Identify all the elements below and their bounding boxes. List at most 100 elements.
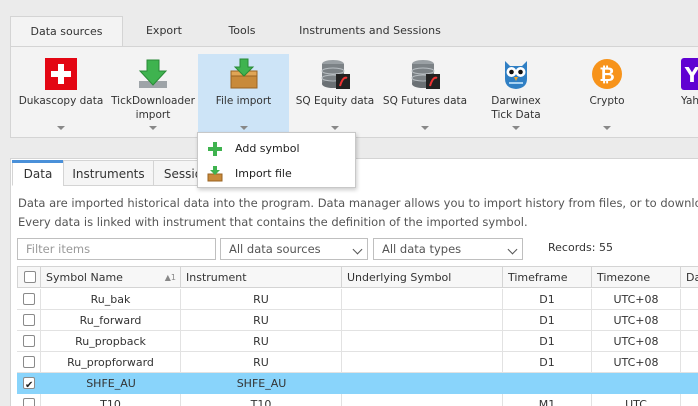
data-types-select[interactable]: All data types (373, 238, 523, 260)
cell-instrument: SHFE_AU (236, 377, 287, 390)
header-date[interactable]: Da (681, 266, 698, 288)
green-plus-icon (207, 141, 223, 157)
yahoo-icon: Y (679, 57, 698, 91)
chevron-down-icon (512, 126, 520, 130)
database-icon (318, 57, 352, 91)
row-checkbox[interactable] (23, 356, 35, 368)
row-checkbox[interactable] (23, 293, 35, 305)
svg-text:Y: Y (684, 63, 698, 87)
ribbon-label: SQ Equity data (295, 95, 375, 107)
row-checkbox[interactable] (23, 398, 35, 406)
header-instrument[interactable]: Instrument (181, 266, 342, 288)
dukascopy-data-button[interactable]: Dukascopy data (13, 54, 109, 136)
menu-item-label: Add symbol (235, 142, 300, 155)
chevron-down-icon (603, 126, 611, 130)
chevron-down-icon (149, 126, 157, 130)
cell-symbol: Ru_bak (41, 289, 181, 310)
cell-timeframe: D1 (503, 289, 592, 310)
cell-timeframe: D1 (503, 352, 592, 373)
green-download-arrow-icon (136, 57, 170, 91)
cell-timezone: UTC+08 (592, 310, 681, 331)
row-checkbox-cell (17, 289, 41, 310)
tab-export[interactable]: Export (123, 16, 205, 46)
cell-timeframe: M1 (503, 394, 592, 406)
table-row[interactable]: T10 T10 M1 UTC (17, 394, 698, 406)
cell-timezone (592, 373, 681, 394)
table-row[interactable]: Ru_forward RU D1 UTC+08 (17, 310, 698, 331)
chevron-down-icon (507, 244, 518, 255)
ribbon-label: TickDownloader import (111, 95, 195, 121)
row-checkbox-cell (17, 352, 41, 373)
bitcoin-icon: ₿ (590, 57, 624, 91)
row-checkbox-cell (17, 394, 41, 406)
cell-timeframe: D1 (503, 331, 592, 352)
menu-item-import-file[interactable]: Import file (198, 162, 355, 186)
chevron-down-icon (57, 126, 65, 130)
chevron-down-icon (352, 244, 363, 255)
header-label: Symbol Name (46, 271, 123, 284)
tab-instruments-sessions[interactable]: Instruments and Sessions (279, 16, 461, 46)
ribbon-tab-bar: Data sources Export Tools Instruments an… (10, 16, 698, 47)
table-row[interactable]: Ru_bak RU D1 UTC+08 (17, 289, 698, 310)
ribbon-label: File import (215, 95, 272, 107)
ribbon-label: Dukascopy data (18, 95, 104, 107)
ribbon-label: Darwinex Tick Data (491, 95, 541, 121)
filter-input[interactable]: Filter items (17, 238, 216, 260)
table-row[interactable]: Ru_propback RU D1 UTC+08 (17, 331, 698, 352)
database-icon (408, 57, 442, 91)
cell-symbol: Ru_propback (41, 331, 181, 352)
tab-tools[interactable]: Tools (205, 16, 279, 46)
header-select-all[interactable] (17, 266, 41, 288)
cell-symbol: SHFE_AU (86, 377, 136, 390)
cell-symbol: Ru_propforward (41, 352, 181, 373)
tab-data-sources[interactable]: Data sources (10, 16, 123, 47)
darwinex-tick-data-button[interactable]: Darwinex Tick Data (475, 54, 557, 136)
cell-timezone: UTC+08 (592, 352, 681, 373)
cell-underlying (342, 289, 503, 310)
sq-equity-data-button[interactable]: SQ Equity data (289, 54, 381, 136)
file-import-button[interactable]: File import (198, 54, 289, 136)
description-line-1: Data are imported historical data into t… (18, 196, 698, 210)
row-checkbox[interactable] (23, 375, 35, 396)
tab-data[interactable]: Data (12, 160, 64, 186)
yahoo-button[interactable]: Y Yah (671, 54, 698, 136)
data-types-select-value: All data types (382, 242, 462, 256)
table-row[interactable]: SHFE_AU SHFE_AU (17, 373, 698, 396)
ribbon-label: SQ Futures data (382, 95, 468, 107)
tab-instruments[interactable]: Instruments (63, 160, 154, 186)
header-timezone[interactable]: Timezone (592, 266, 681, 288)
file-import-menu: Add symbol Import file (197, 132, 356, 188)
table-row[interactable]: Ru_propforward RU D1 UTC+08 (17, 352, 698, 373)
description-text: Data are imported historical data into t… (18, 194, 698, 232)
file-import-icon (207, 166, 223, 182)
cell-timeframe: D1 (503, 310, 592, 331)
cell-symbol: T10 (41, 394, 181, 406)
tickdownloader-import-button[interactable]: TickDownloader import (109, 54, 197, 136)
crypto-button[interactable]: ₿ Crypto (567, 54, 647, 136)
cell-underlying (342, 331, 503, 352)
ribbon-label: Yah (681, 95, 698, 107)
svg-text:₿: ₿ (599, 64, 614, 86)
cell-symbol: Ru_forward (41, 310, 181, 331)
owl-icon (499, 57, 533, 91)
sq-futures-data-button[interactable]: SQ Futures data (381, 54, 469, 136)
cell-underlying (342, 394, 503, 406)
cell-timezone: UTC+08 (592, 289, 681, 310)
select-all-checkbox[interactable] (24, 271, 36, 283)
data-sources-select[interactable]: All data sources (220, 238, 368, 260)
cell-instrument: RU (181, 352, 342, 373)
ribbon-label: Crypto (589, 95, 625, 107)
row-checkbox-cell (17, 331, 41, 352)
records-count: Records: 55 (548, 241, 613, 254)
data-sources-select-value: All data sources (229, 242, 321, 256)
description-line-2: Every data is linked with instrument tha… (18, 215, 528, 229)
row-checkbox[interactable] (23, 314, 35, 326)
header-symbol-name[interactable]: Symbol Name ▲1 (41, 266, 181, 288)
chevron-down-icon (421, 126, 429, 130)
cell-timeframe (503, 373, 592, 394)
header-underlying-symbol[interactable]: Underlying Symbol (342, 266, 503, 288)
cell-instrument: T10 (181, 394, 342, 406)
row-checkbox[interactable] (23, 335, 35, 347)
menu-item-add-symbol[interactable]: Add symbol (198, 137, 355, 161)
header-timeframe[interactable]: Timeframe (503, 266, 592, 288)
